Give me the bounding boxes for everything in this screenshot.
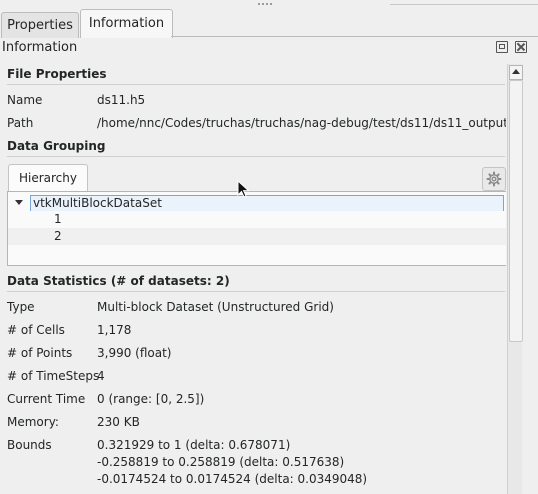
stat-value: 230 KB (97, 415, 140, 429)
bounds-label: Bounds (7, 438, 52, 452)
panel-tabbar: Properties Information (0, 9, 538, 38)
splitter-edge (390, 0, 538, 5)
path-label: Path (7, 116, 34, 130)
stat-value: Multi-block Dataset (Unstructured Grid) (97, 300, 334, 314)
bounds-x: 0.321929 to 1 (delta: 0.678071) (97, 438, 291, 452)
gear-icon[interactable] (482, 167, 506, 191)
section-divider (7, 84, 505, 85)
hierarchy-tree[interactable]: vtkMultiBlockDataSet 1 2 (7, 191, 506, 266)
tree-row[interactable]: 1 (8, 211, 506, 228)
scroll-up-icon[interactable] (509, 65, 523, 80)
stat-label: Type (7, 300, 35, 314)
tabbar-baseline (171, 36, 538, 37)
bounds-y: -0.258819 to 0.258819 (delta: 0.517638) (97, 455, 345, 469)
file-properties-heading: File Properties (7, 67, 107, 81)
stat-label: # of TimeSteps (7, 369, 100, 383)
splitter-handle[interactable] (0, 0, 538, 8)
stat-label: # of Cells (7, 323, 65, 337)
data-grouping-heading: Data Grouping (7, 139, 106, 153)
stat-label: # of Points (7, 346, 73, 360)
section-divider (7, 156, 505, 157)
path-value: /home/nnc/Codes/truchas/truchas/nag-debu… (97, 116, 506, 130)
stat-value: 4 (97, 369, 105, 383)
information-panel-content: File Properties Name ds11.h5 Path /home/… (0, 62, 506, 494)
mouse-cursor-icon (237, 180, 250, 198)
stat-label: Memory: (7, 415, 59, 429)
tree-item-selected[interactable]: vtkMultiBlockDataSet (30, 195, 504, 212)
close-panel-icon[interactable] (515, 41, 527, 53)
tab-hierarchy[interactable]: Hierarchy (8, 164, 88, 192)
tab-properties[interactable]: Properties (1, 12, 79, 38)
tree-child-label: 1 (54, 212, 62, 226)
scrollbar-thumb[interactable] (509, 80, 523, 342)
expand-arrow-icon[interactable] (15, 200, 23, 205)
tree-child-label: 2 (54, 229, 62, 243)
stat-value: 1,178 (97, 323, 132, 337)
grip-dots (258, 3, 274, 5)
section-divider (7, 291, 505, 292)
tree-row-root[interactable]: vtkMultiBlockDataSet (8, 195, 506, 212)
stat-label: Current Time (7, 392, 86, 406)
panel-title: Information (2, 40, 78, 55)
stat-value: 0 (range: [0, 2.5]) (97, 392, 205, 406)
name-value: ds11.h5 (97, 93, 146, 107)
tab-information[interactable]: Information (80, 9, 173, 38)
stat-value: 3,990 (float) (97, 346, 172, 360)
panel-header: Information (0, 38, 538, 58)
tree-row[interactable]: 2 (8, 228, 506, 245)
name-label: Name (7, 93, 43, 107)
tree-root-label: vtkMultiBlockDataSet (33, 196, 162, 210)
vertical-scrollbar[interactable] (507, 64, 523, 494)
data-statistics-heading: Data Statistics (# of datasets: 2) (7, 274, 230, 288)
float-panel-icon[interactable] (496, 41, 508, 53)
bounds-z: -0.0174524 to 0.0174524 (delta: 0.034904… (97, 472, 368, 486)
